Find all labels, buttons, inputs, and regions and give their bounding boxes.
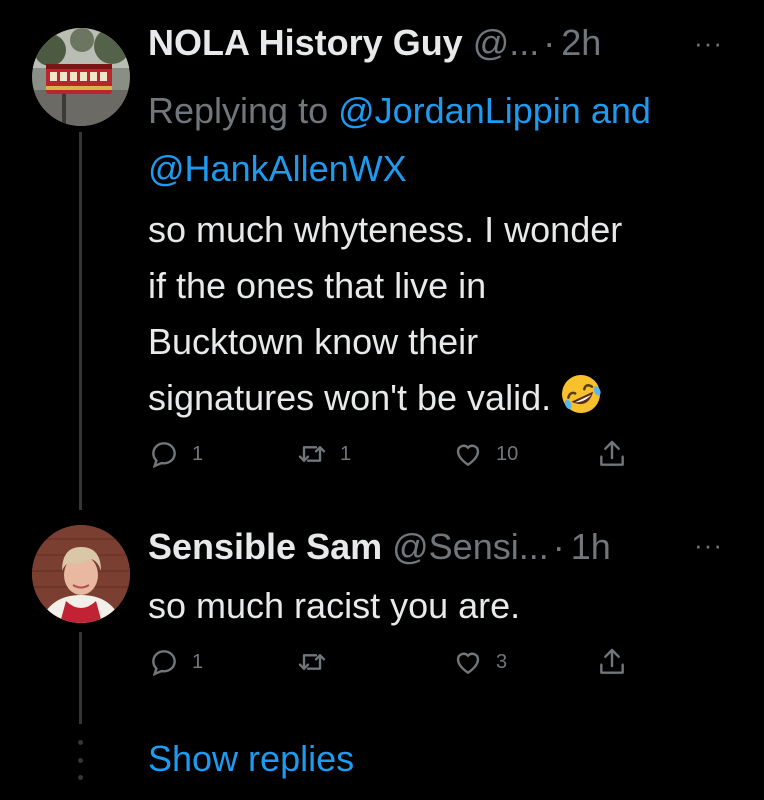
tweet-text-line: Bucktown know their <box>148 321 479 362</box>
tweet-1-text: so much whyteness. I wonder if the ones … <box>148 202 622 426</box>
share-icon <box>600 440 624 466</box>
thread-line-1 <box>79 132 82 510</box>
reply-count: 1 <box>192 442 204 465</box>
like-count: 3 <box>496 650 508 673</box>
tweet-text-line: if the ones that live in <box>148 265 487 306</box>
reply-button[interactable]: 1 <box>148 438 203 470</box>
tweet-2-header: Sensible Sam @Sensi... · 1h <box>148 526 611 568</box>
timestamp[interactable]: 2h <box>561 22 601 64</box>
thread-line-2 <box>79 632 82 724</box>
avatar-streetcar[interactable] <box>32 28 130 126</box>
separator-dot: · <box>552 526 565 567</box>
show-replies-link[interactable]: Show replies <box>148 738 354 780</box>
tweet-1-actions: 1 1 10 <box>148 438 648 478</box>
thread-continuation-icon <box>72 740 88 780</box>
reply-count: 1 <box>192 650 204 673</box>
mention-and[interactable]: and <box>581 90 651 131</box>
mention-hankallenwx[interactable]: @HankAllenWX <box>148 148 407 189</box>
like-button[interactable]: 3 <box>452 646 507 678</box>
tweet-2-actions: 1 3 <box>148 646 648 686</box>
heart-icon <box>456 444 480 467</box>
replying-prefix: Replying to <box>148 90 339 131</box>
reply-icon <box>152 442 176 469</box>
tweet-text-line: so much racist you are. <box>148 585 521 626</box>
avatar-woman[interactable] <box>32 525 130 623</box>
retweet-count: 1 <box>340 442 352 465</box>
heart-icon <box>456 652 480 675</box>
retweet-button[interactable] <box>296 646 340 678</box>
like-count: 10 <box>496 442 519 465</box>
more-options-icon[interactable]: ··· <box>694 530 723 561</box>
display-name[interactable]: NOLA History Guy <box>148 22 463 64</box>
user-handle[interactable]: @Sensi... <box>392 526 549 568</box>
display-name[interactable]: Sensible Sam <box>148 526 382 568</box>
mention-jordanlippin[interactable]: @JordanLippin <box>338 90 581 131</box>
like-button[interactable]: 10 <box>452 438 518 470</box>
tweet-2-text: so much racist you are. <box>148 578 520 634</box>
share-icon <box>600 648 624 674</box>
separator-dot: · <box>543 22 556 63</box>
more-options-icon[interactable]: ··· <box>694 28 723 59</box>
share-button[interactable] <box>596 438 628 470</box>
timestamp[interactable]: 1h <box>571 526 611 568</box>
rolling-laughing-emoji-icon <box>559 372 603 416</box>
retweet-icon <box>298 654 326 670</box>
share-button[interactable] <box>596 646 628 678</box>
tweet-text-line: so much whyteness. I wonder <box>148 209 623 250</box>
tweet-text-line: signatures won't be valid. <box>148 370 622 426</box>
tweet-1-header: NOLA History Guy @... · 2h <box>148 22 601 64</box>
user-handle[interactable]: @... <box>473 22 540 64</box>
reply-icon <box>152 650 176 677</box>
retweet-button[interactable]: 1 <box>296 438 351 470</box>
replying-to: Replying to @JordanLippin and @HankAllen… <box>148 82 748 198</box>
reply-button[interactable]: 1 <box>148 646 203 678</box>
retweet-icon <box>298 446 326 462</box>
